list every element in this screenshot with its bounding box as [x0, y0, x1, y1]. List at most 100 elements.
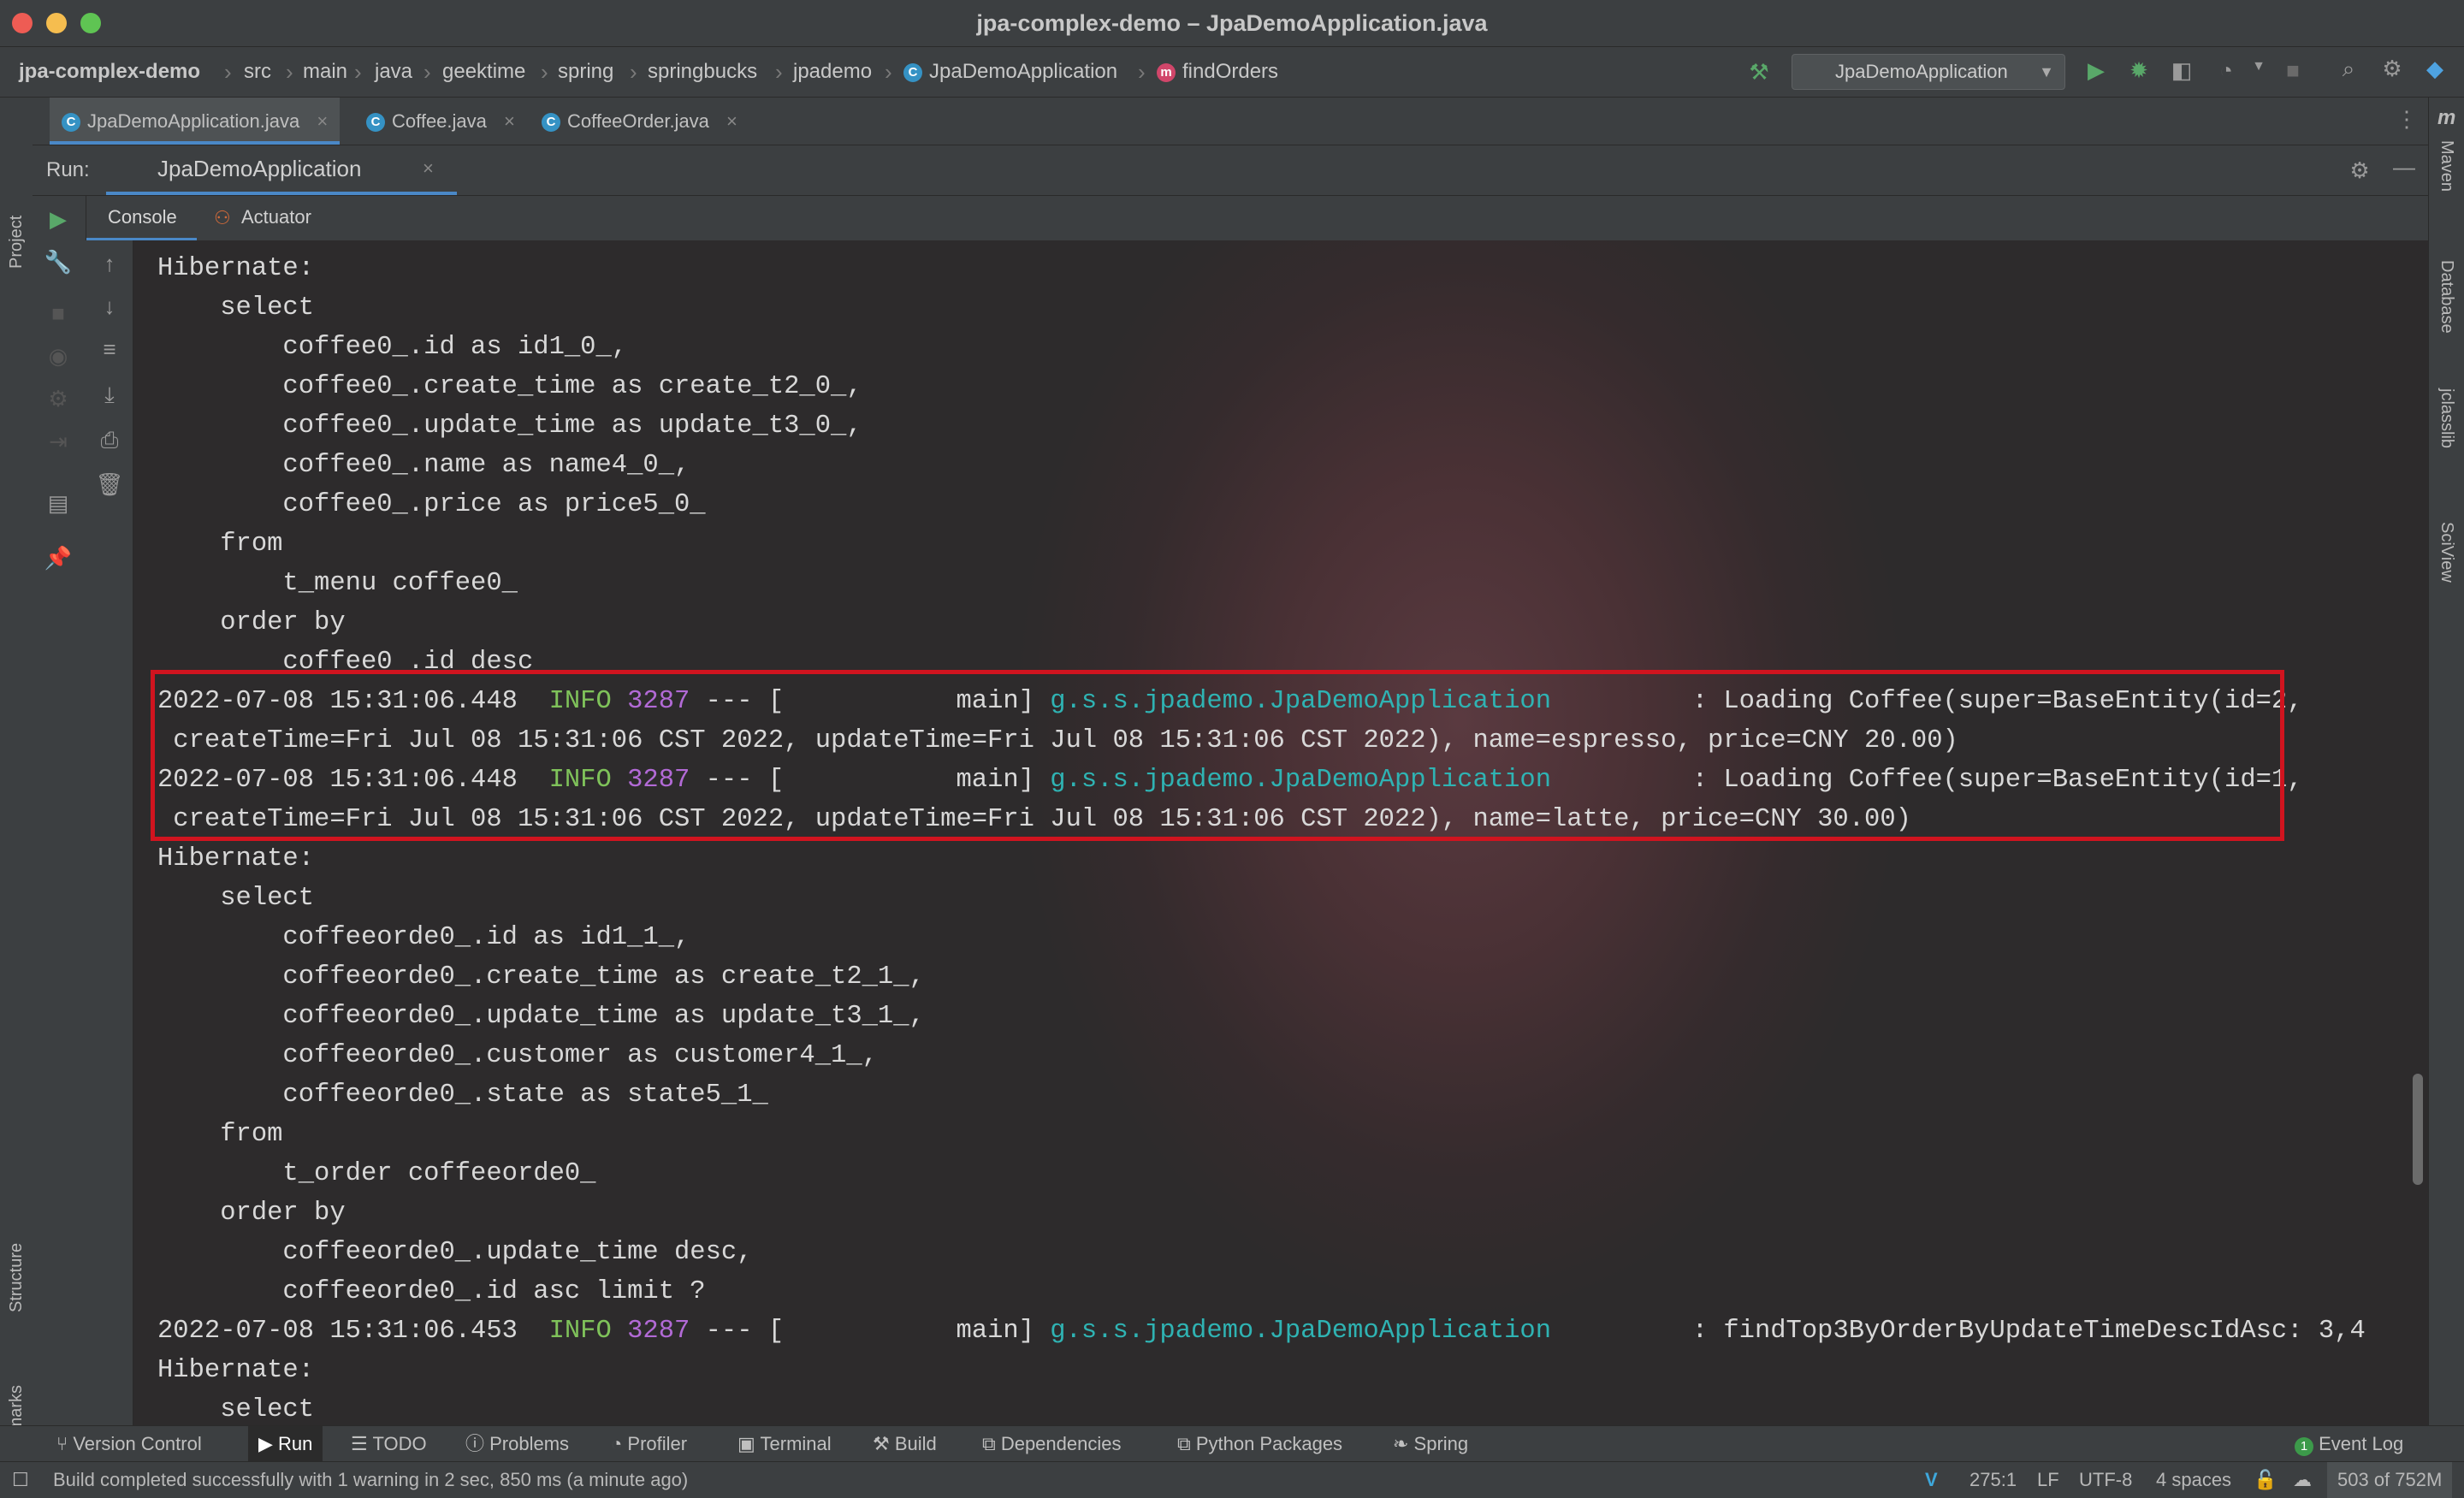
tool-profiler[interactable]: ◔ Profiler	[611, 1426, 687, 1462]
vertical-scrollbar[interactable]	[2413, 1074, 2423, 1185]
plugin-icon[interactable]: ◆	[2418, 56, 2452, 82]
wrench-icon[interactable]: 🔧	[41, 249, 75, 275]
tool-python-packages[interactable]: ⧉ Python Packages	[1177, 1426, 1342, 1462]
file-encoding[interactable]: UTF-8	[2079, 1462, 2132, 1498]
breadcrumb-method-label: findOrders	[1182, 60, 1279, 83]
memory-indicator[interactable]: 503 of 752M	[2327, 1462, 2453, 1498]
breadcrumb-geektime[interactable]: geektime	[442, 47, 525, 97]
soft-wrap-icon[interactable]: ≡	[92, 336, 127, 363]
console-line: order by	[157, 608, 346, 637]
search-icon[interactable]: ⌕	[2331, 56, 2366, 83]
tool-terminal[interactable]: ▣ Terminal	[737, 1426, 832, 1462]
print-icon[interactable]: ⎙	[92, 427, 127, 454]
tool-label: Spring	[1413, 1433, 1469, 1454]
event-log-button[interactable]: 1 Event Log	[2295, 1426, 2403, 1462]
sciview-tool-button[interactable]: SciView	[2437, 522, 2456, 583]
breadcrumb-jpademo[interactable]: jpademo	[793, 47, 872, 97]
tool-label: Profiler	[627, 1433, 688, 1454]
trash-icon[interactable]: 🗑	[92, 471, 127, 498]
close-icon[interactable]: ×	[504, 110, 515, 132]
class-icon: C	[542, 113, 560, 133]
rerun-icon[interactable]: ▶	[41, 206, 75, 233]
structure-tool-button[interactable]: Structure	[7, 1243, 27, 1312]
console-line: Hibernate:	[157, 844, 330, 873]
more-run-options-icon[interactable]: ▼	[2242, 59, 2276, 74]
tool-build[interactable]: ⚒ Build	[873, 1426, 937, 1462]
console-line: order by	[157, 1199, 346, 1228]
up-arrow-icon[interactable]: ↑	[92, 251, 127, 277]
console-output[interactable]: Hibernate: select coffee0_.id as id1_0_,…	[133, 240, 2428, 1425]
status-message[interactable]: Build completed successfully with 1 warn…	[53, 1462, 688, 1498]
log-message: : findTop3ByOrderByUpdateTimeDescIdAsc: …	[1551, 1317, 2366, 1346]
breadcrumb-java[interactable]: java	[375, 47, 412, 97]
breadcrumb-class[interactable]: C JpaDemoApplication	[903, 47, 1117, 97]
run-settings-gear-icon[interactable]: ⚙	[2343, 157, 2377, 184]
profile-icon[interactable]: ◔	[2209, 57, 2243, 84]
method-icon: m	[1157, 62, 1176, 82]
console-line: select	[157, 884, 315, 913]
debug-icon[interactable]: ✹	[2122, 57, 2156, 84]
breadcrumb-main[interactable]: main	[303, 47, 347, 97]
tab-console[interactable]: Console	[86, 196, 197, 240]
pin-icon[interactable]: 📌	[41, 545, 75, 571]
editor-tab-bar: C JpaDemoApplication.java × C Coffee.java …	[33, 98, 2428, 145]
breadcrumb-project[interactable]: jpa-complex-demo	[19, 47, 200, 97]
log-pid: 3287	[627, 1317, 690, 1346]
breadcrumb-method[interactable]: m findOrders	[1157, 47, 1278, 97]
layout-icon[interactable]: ▤	[41, 490, 75, 517]
project-tool-button[interactable]: Project	[7, 216, 27, 269]
class-icon: C	[903, 62, 922, 82]
close-icon[interactable]: ×	[317, 110, 328, 132]
tab-jpademoapplication[interactable]: C JpaDemoApplication.java ×	[50, 98, 341, 145]
line-separator[interactable]: LF	[2037, 1462, 2059, 1498]
build-hammer-icon[interactable]: ⚒	[1742, 59, 1776, 86]
tool-dependencies[interactable]: ⧉ Dependencies	[982, 1426, 1122, 1462]
chevron-right-icon: ›	[424, 59, 431, 85]
breadcrumb-src[interactable]: src	[244, 47, 271, 97]
status-panel-icon[interactable]: ☐	[12, 1462, 29, 1498]
database-tool-button[interactable]: Database	[2437, 260, 2456, 334]
close-icon[interactable]: ×	[423, 145, 434, 192]
tab-label: JpaDemoApplication.java	[87, 110, 300, 132]
run-tab[interactable]: JpaDemoApplication ×	[106, 145, 457, 195]
exit-icon[interactable]: ⇥	[41, 429, 75, 455]
run-icon[interactable]: ▶	[2079, 57, 2113, 84]
maven-tool-button[interactable]: Maven	[2437, 140, 2456, 192]
indent-setting[interactable]: 4 spaces	[2156, 1462, 2231, 1498]
tool-run[interactable]: ▶ Run	[248, 1426, 323, 1462]
breadcrumb-springbucks[interactable]: springbucks	[648, 47, 757, 97]
log-level: INFO	[548, 1317, 612, 1346]
console-line: coffeeorde0_.id as id1_1_,	[157, 923, 690, 952]
stop-icon[interactable]: ■	[41, 300, 75, 327]
hide-panel-icon[interactable]: —	[2387, 154, 2421, 181]
console-line: coffee0_.name as name4_0_,	[157, 451, 690, 480]
caret-position[interactable]: 275:1	[1969, 1462, 2017, 1498]
inspection-icon[interactable]: ☁	[2293, 1462, 2312, 1498]
more-vertical-icon[interactable]: ⋮	[2390, 106, 2424, 133]
vim-icon[interactable]: V	[1925, 1462, 1938, 1498]
tab-coffee[interactable]: C Coffee.java ×	[358, 98, 524, 145]
jclasslib-tool-button[interactable]: jclasslib	[2437, 388, 2456, 448]
down-arrow-icon[interactable]: ↓	[92, 293, 127, 320]
chevron-right-icon: ›	[286, 59, 293, 85]
camera-icon[interactable]: ◉	[41, 343, 75, 370]
console-line: t_order coffeeorde0_	[157, 1159, 612, 1188]
coverage-icon[interactable]: ◧	[2165, 57, 2199, 84]
stop-icon[interactable]: ■	[2276, 57, 2310, 84]
gear-icon[interactable]: ⚙	[41, 386, 75, 412]
lock-icon[interactable]: 🔓	[2254, 1462, 2277, 1498]
run-config-selector[interactable]: JpaDemoApplication ▼	[1792, 54, 2065, 90]
breadcrumb-spring[interactable]: spring	[558, 47, 613, 97]
right-tool-strip: m Maven Database jclasslib SciView	[2428, 98, 2464, 1425]
settings-gear-icon[interactable]: ⚙	[2375, 56, 2409, 82]
tool-todo[interactable]: ☰ TODO	[351, 1426, 427, 1462]
console-line: coffee0_.price as price5_0_	[157, 490, 721, 519]
tab-actuator[interactable]: ⚇ Actuator	[214, 196, 334, 240]
scroll-to-end-icon[interactable]: ⤓	[92, 382, 127, 409]
close-icon[interactable]: ×	[726, 110, 737, 132]
chevron-right-icon: ›	[541, 59, 548, 85]
tool-version-control[interactable]: ⑂ Version Control	[56, 1426, 202, 1462]
tab-coffeeorder[interactable]: C CoffeeOrder.java ×	[533, 98, 746, 145]
tool-spring[interactable]: ❧ Spring	[1393, 1426, 1468, 1462]
tool-problems[interactable]: ⓘ Problems	[465, 1426, 569, 1462]
